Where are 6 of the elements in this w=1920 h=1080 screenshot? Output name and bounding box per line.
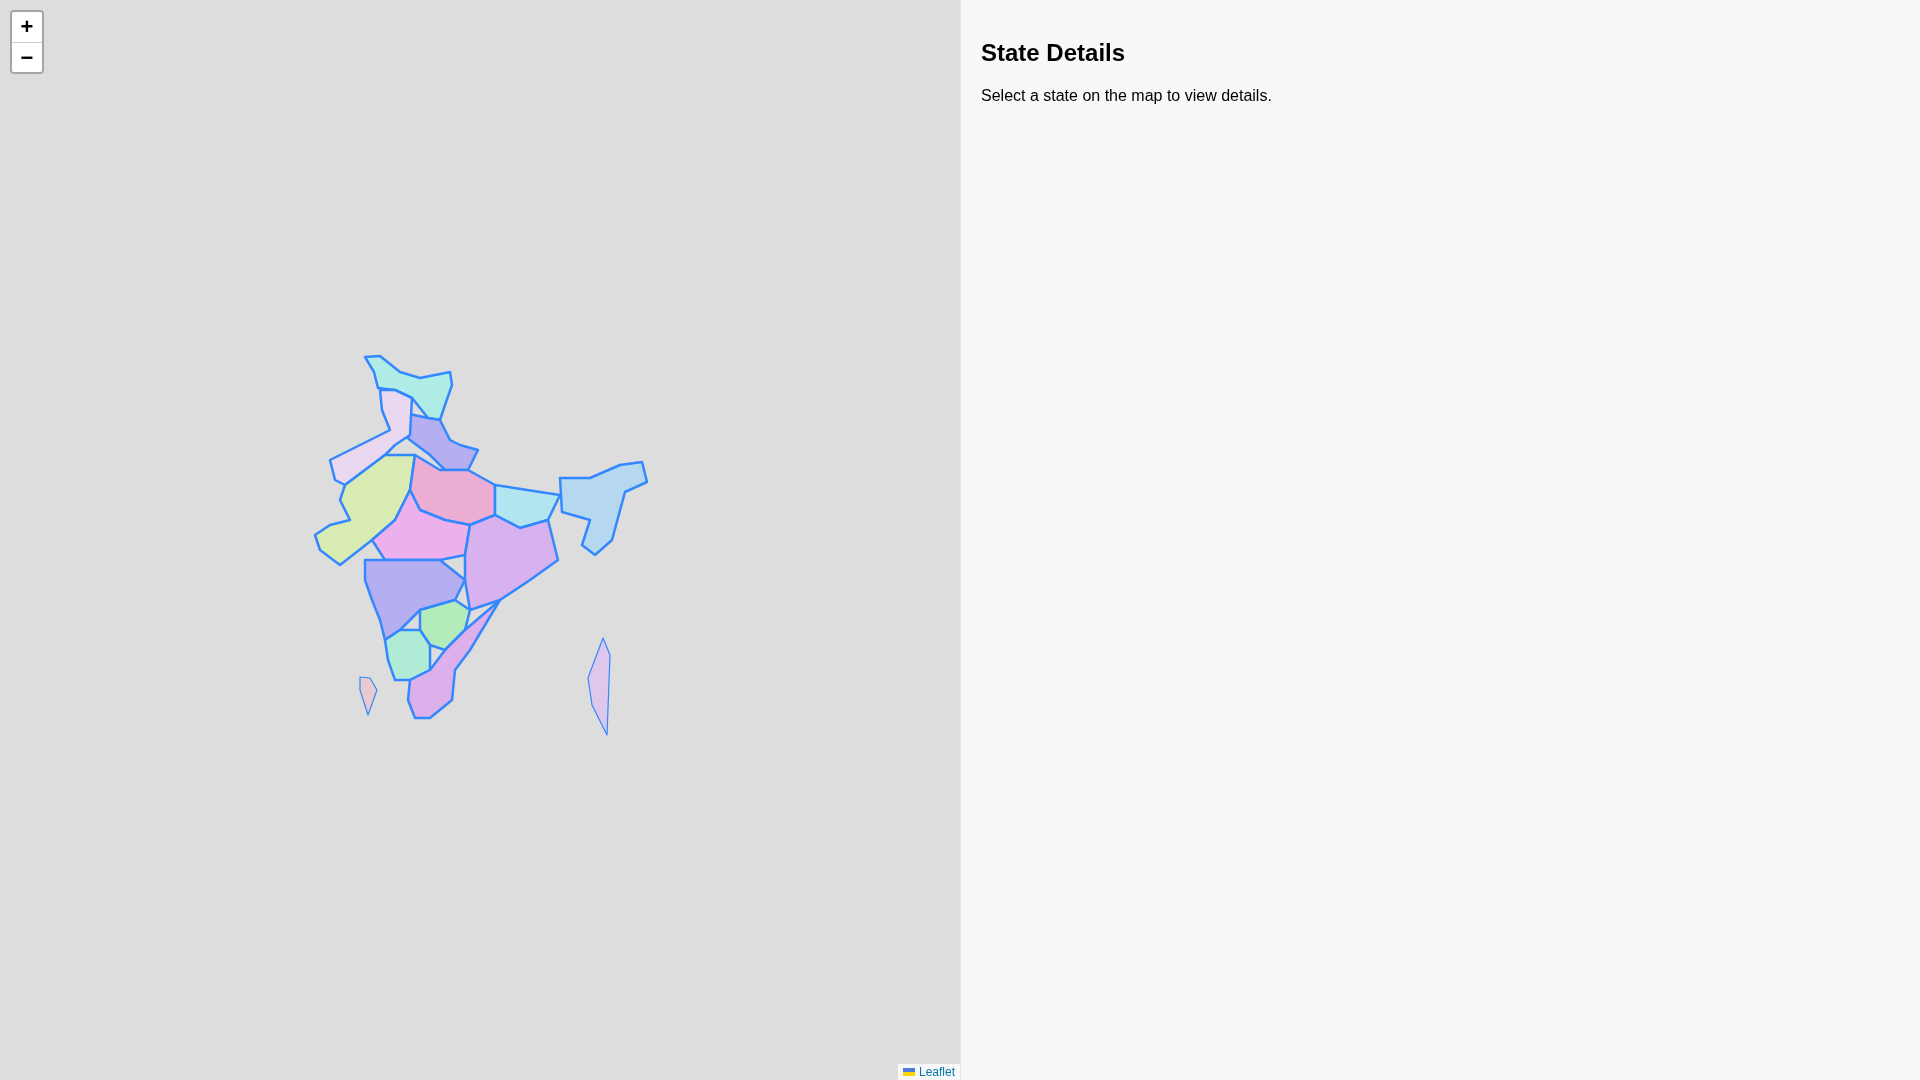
panel-title: State Details xyxy=(981,39,1126,67)
zoom-out-button[interactable]: − xyxy=(12,42,42,72)
map-view[interactable]: + − Leaflet xyxy=(0,0,960,1080)
flag-icon xyxy=(902,1068,915,1076)
zoom-in-button[interactable]: + xyxy=(12,12,42,42)
panel-message: Select a state on the map to view details. xyxy=(981,87,1272,105)
